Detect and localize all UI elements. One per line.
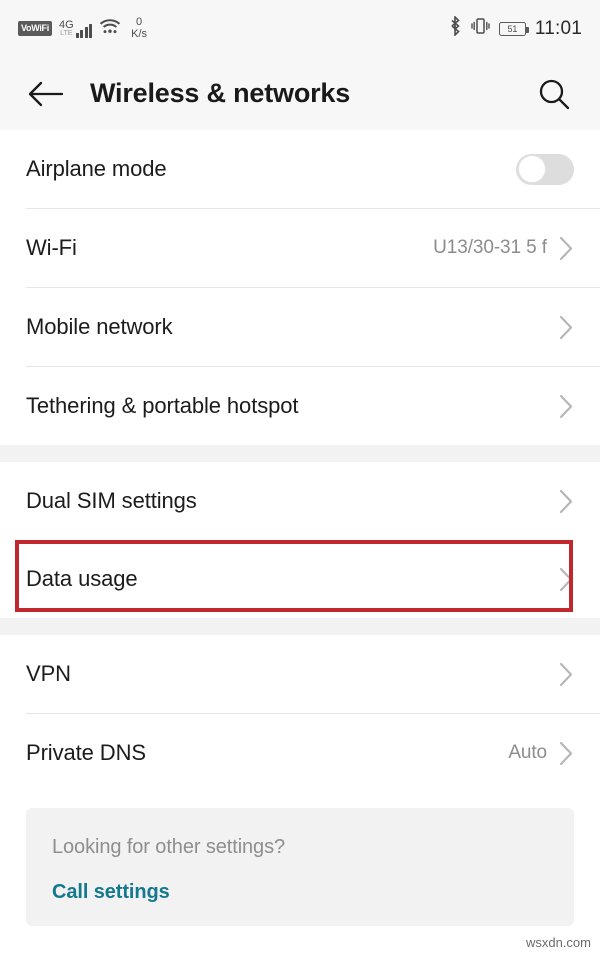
status-bar-clock: 11:01 [534,17,582,39]
chevron-right-icon [559,662,574,687]
search-icon[interactable] [534,74,574,114]
wifi-icon [99,18,121,40]
row-label: Dual SIM settings [26,488,197,513]
vowifi-badge: VoWiFi [18,21,52,36]
phone-screen: VoWiFi 4G LTE 0 K/s 51 11:01 Wireless & … [0,0,600,956]
app-bar: Wireless & networks [0,57,600,130]
chevron-right-icon [559,567,574,592]
battery-icon: 51 [498,21,529,36]
back-arrow-icon[interactable] [26,74,66,114]
row-dual-sim-settings[interactable]: Dual SIM settings [0,462,600,540]
row-data-usage[interactable]: Data usage [0,540,600,618]
card-hint-text: Looking for other settings? [52,836,286,858]
call-settings-link[interactable]: Call settings [52,881,170,904]
chevron-right-icon [559,315,574,340]
vibrate-icon [471,16,490,41]
row-mobile-network[interactable]: Mobile network [0,288,600,366]
row-label: Tethering & portable hotspot [26,393,299,418]
row-value: Auto [508,742,547,763]
page-title: Wireless & networks [90,78,351,108]
row-vpn[interactable]: VPN [0,635,600,713]
watermark: wsxdn.com [525,935,591,950]
toggle-knob [517,155,546,183]
battery-level: 51 [507,23,518,34]
settings-section-vpn: VPN Private DNS Auto [0,635,600,792]
data-rate-unit: K/s [131,27,148,40]
row-airplane-mode[interactable]: Airplane mode [0,130,600,208]
row-tethering-hotspot[interactable]: Tethering & portable hotspot [0,367,600,445]
chevron-right-icon [559,741,574,766]
section-gap [0,445,600,462]
chevron-right-icon [559,489,574,514]
row-label: VPN [26,661,71,686]
row-label: Data usage [26,566,138,591]
row-private-dns[interactable]: Private DNS Auto [0,714,600,792]
row-wifi[interactable]: Wi-Fi U13/30-31 5 f [0,209,600,287]
network-type-label: 4G LTE [58,18,74,37]
settings-section-sim: Dual SIM settings Data usage [0,462,600,618]
settings-section-network: Airplane mode Wi-Fi U13/30-31 5 f Mobile… [0,130,600,445]
chevron-right-icon [559,394,574,419]
data-rate-value: 0 [136,15,143,28]
airplane-mode-toggle[interactable] [516,153,574,185]
bluetooth-icon [449,15,462,41]
signal-bars-icon: 4G LTE [58,18,93,38]
row-label: Wi-Fi [26,235,77,260]
data-rate-indicator: 0 K/s [131,15,148,40]
status-bar-right: 51 11:01 [449,15,582,41]
row-value: U13/30-31 5 f [433,237,547,258]
other-settings-card: Looking for other settings? Call setting… [26,808,574,926]
signal-strength-bars [75,23,93,38]
section-gap [0,618,600,635]
row-label: Airplane mode [26,156,167,181]
settings-list: Airplane mode Wi-Fi U13/30-31 5 f Mobile… [0,130,600,792]
status-bar-left: VoWiFi 4G LTE 0 K/s [18,15,148,40]
row-label: Private DNS [26,740,146,765]
chevron-right-icon [559,236,574,261]
status-bar: VoWiFi 4G LTE 0 K/s 51 11:01 [0,0,600,57]
row-label: Mobile network [26,314,173,339]
